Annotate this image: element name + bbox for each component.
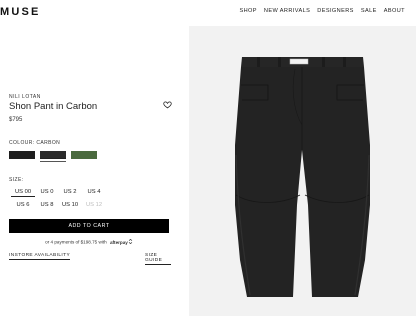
colour-swatches: [9, 151, 97, 159]
product-title: Shon Pant in Carbon: [9, 101, 98, 112]
size-guide-link[interactable]: SIZE GUIDE: [145, 253, 171, 265]
afterpay-logo[interactable]: afterpay: [110, 240, 128, 245]
product-image-pants[interactable]: [230, 55, 375, 300]
add-to-cart-button[interactable]: ADD TO CART: [9, 219, 169, 233]
size-option-us-0[interactable]: US 0: [37, 188, 57, 197]
nav-new-arrivals[interactable]: NEW ARRIVALS: [264, 8, 310, 14]
nav-designers[interactable]: DESIGNERS: [317, 8, 354, 14]
swatch-black[interactable]: [9, 151, 35, 159]
product-price: $795: [9, 117, 23, 123]
product-info-panel: NILI LOTAN Shon Pant in Carbon $795 COLO…: [9, 0, 172, 316]
nav-about[interactable]: ABOUT: [384, 8, 405, 14]
size-option-us-4[interactable]: US 4: [83, 188, 105, 197]
heart-icon[interactable]: [163, 100, 172, 109]
size-option-us-12: US 12: [85, 202, 103, 208]
product-brand[interactable]: NILI LOTAN: [9, 94, 41, 100]
instore-availability-link[interactable]: INSTORE AVAILABILITY: [9, 253, 71, 260]
installments-text: or 4 payments of $198.75 with: [45, 239, 107, 245]
top-navigation: SHOP NEW ARRIVALS DESIGNERS SALE ABOUT: [239, 8, 404, 14]
size-option-us-2[interactable]: US 2: [59, 188, 81, 197]
size-option-us-8[interactable]: US 8: [37, 201, 57, 209]
colour-label: COLOUR: CARBON: [9, 140, 61, 146]
size-label: SIZE:: [9, 177, 24, 183]
nav-sale[interactable]: SALE: [361, 8, 377, 14]
size-option-us-10[interactable]: US 10: [59, 201, 81, 209]
swatch-carbon[interactable]: [40, 151, 66, 159]
installments-note: or 4 payments of $198.75 with afterpay: [9, 239, 169, 245]
size-option-us-00[interactable]: US 00: [11, 188, 35, 197]
size-options: US 00 US 0 US 2 US 4 US 6 US 8 US 10 US …: [11, 188, 105, 209]
nav-shop[interactable]: SHOP: [239, 8, 256, 14]
afterpay-arrows-icon: [128, 239, 133, 244]
swatch-green[interactable]: [71, 151, 97, 159]
size-option-us-6[interactable]: US 6: [11, 201, 35, 209]
